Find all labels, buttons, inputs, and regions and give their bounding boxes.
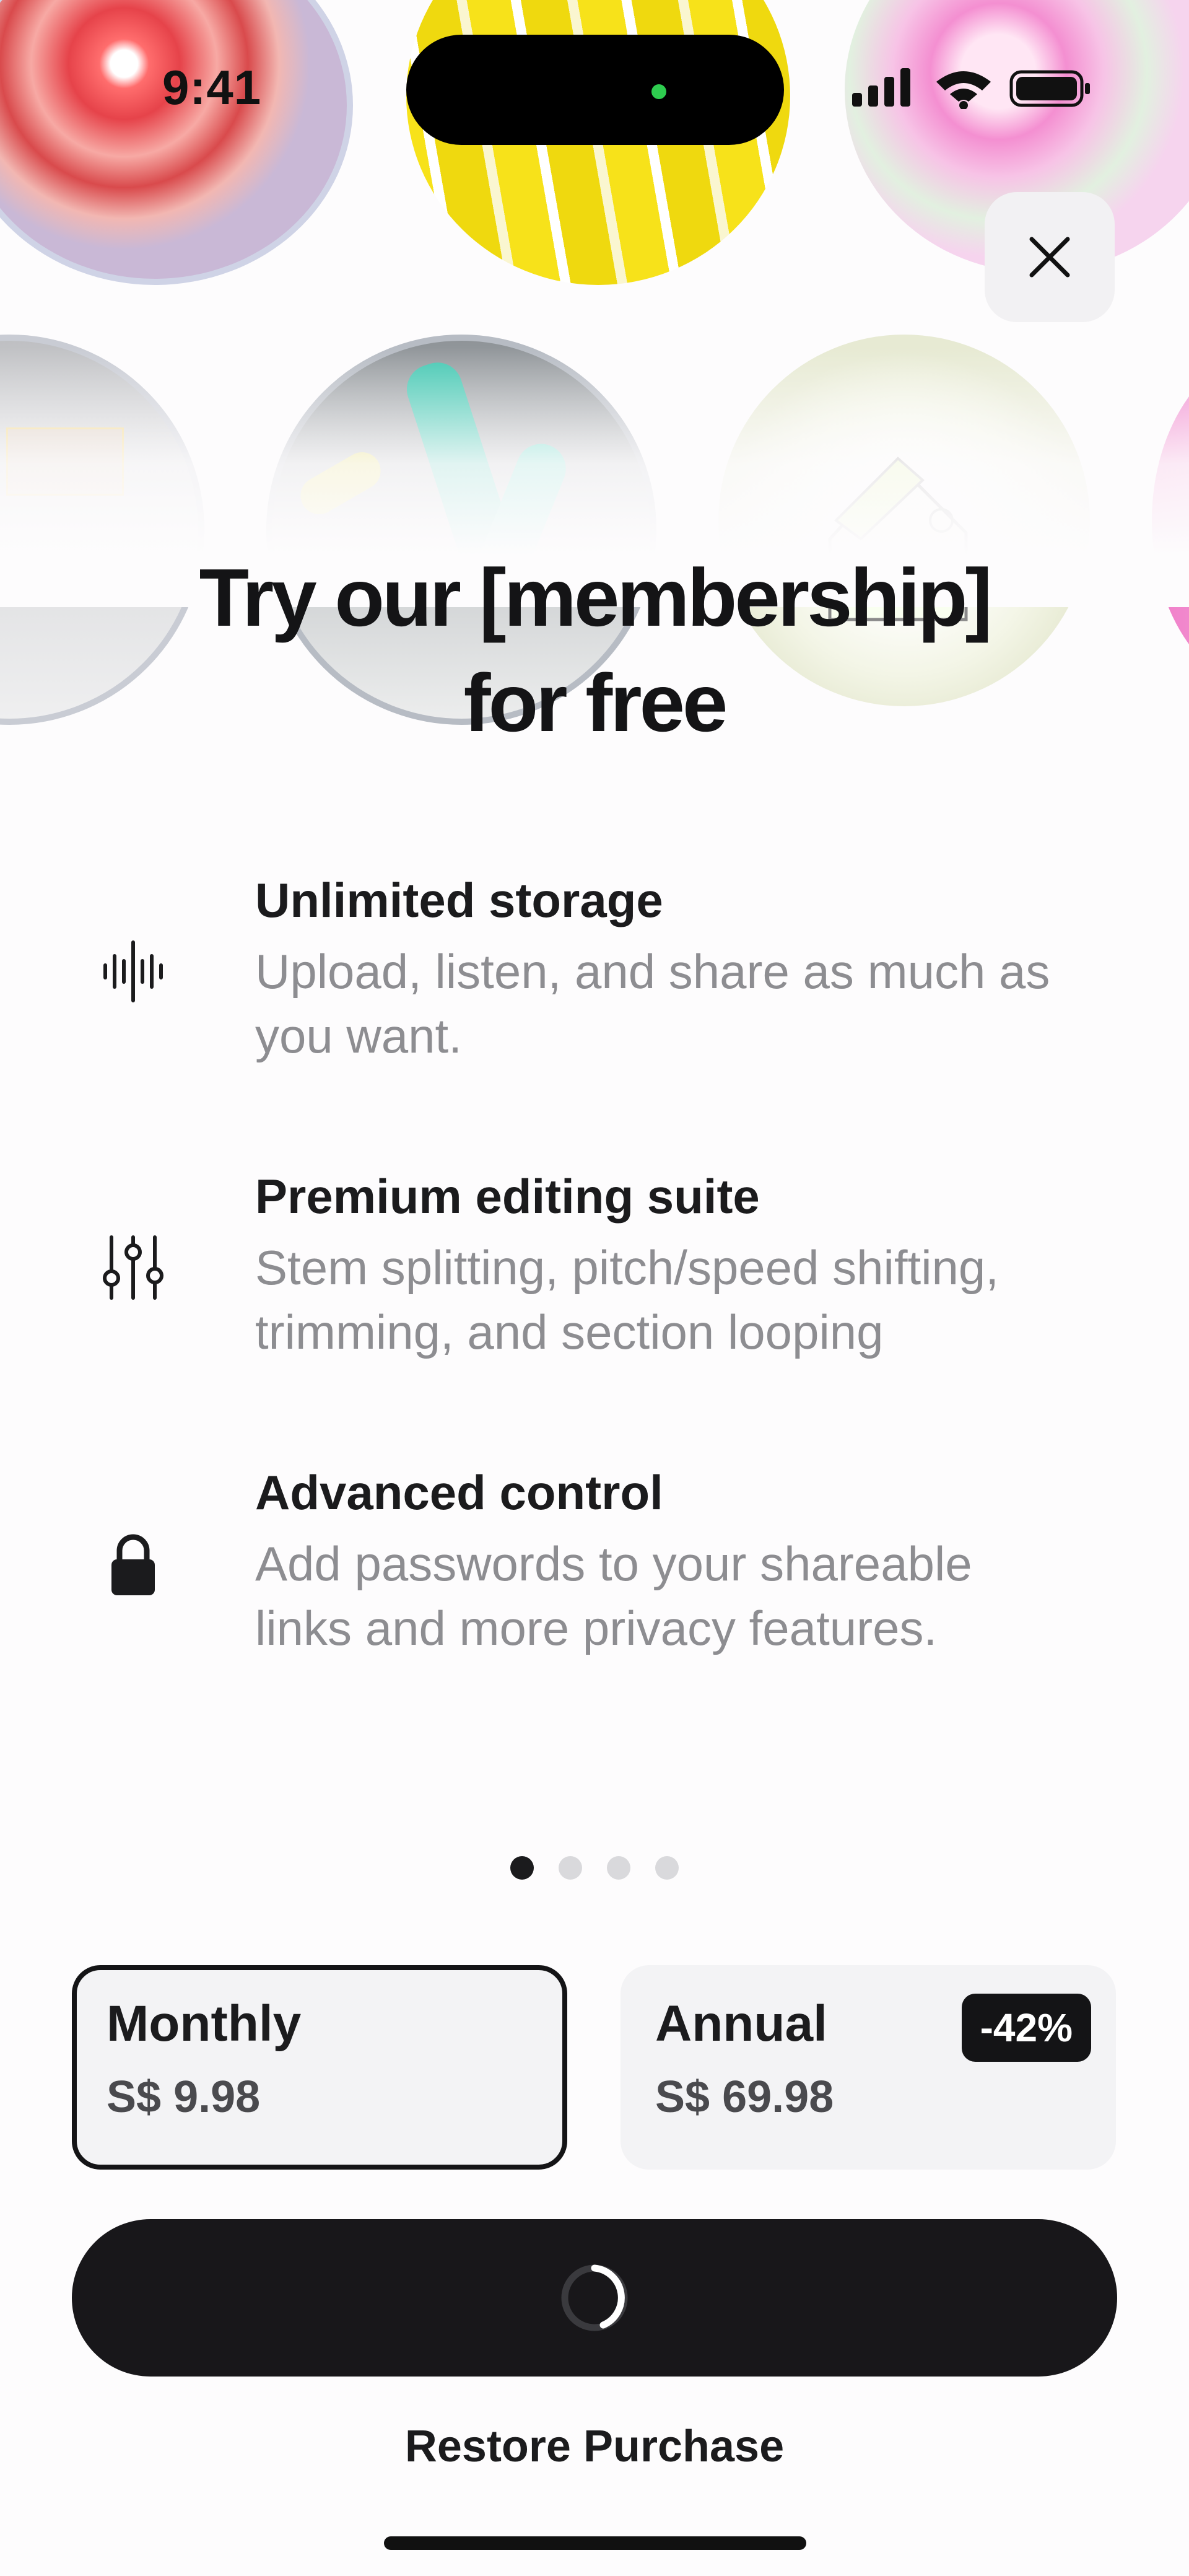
home-indicator[interactable] bbox=[384, 2536, 806, 2550]
red-vinyl-art bbox=[0, 0, 353, 285]
status-icons bbox=[852, 67, 1100, 109]
restore-purchase-link[interactable]: Restore Purchase bbox=[0, 2421, 1189, 2472]
feature-advanced-control: Advanced control Add passwords to your s… bbox=[0, 1465, 1189, 1663]
feature-title: Advanced control bbox=[255, 1465, 663, 1520]
plan-price: S$ 69.98 bbox=[655, 2072, 834, 2122]
battery-icon bbox=[1009, 70, 1090, 107]
feature-premium-editing: Premium editing suite Stem splitting, pi… bbox=[0, 1168, 1189, 1367]
feature-description: Stem splitting, pitch/speed shifting, tr… bbox=[255, 1235, 1122, 1364]
feature-unlimited-storage: Unlimited storage Upload, listen, and sh… bbox=[0, 872, 1189, 1071]
feature-desc-line: Add passwords to your shareable bbox=[255, 1536, 972, 1591]
title-line-1: Try our [membership] bbox=[199, 552, 993, 643]
wifi-icon bbox=[936, 71, 991, 109]
page-dot-2[interactable] bbox=[559, 1856, 582, 1880]
signal-icon bbox=[852, 68, 910, 107]
feature-description: Add passwords to your shareable links an… bbox=[255, 1531, 1122, 1660]
feature-title: Unlimited storage bbox=[255, 873, 663, 927]
feature-desc-line: links and more privacy features. bbox=[255, 1601, 938, 1655]
waveform-icon bbox=[103, 940, 163, 1002]
feature-desc-line: Upload, listen, and share as much as bbox=[255, 944, 1050, 999]
status-time: 9:41 bbox=[162, 60, 262, 115]
lock-icon bbox=[111, 1534, 155, 1595]
plan-name: Monthly bbox=[107, 1996, 302, 2052]
title-line-2: for free bbox=[463, 657, 728, 748]
feature-description: Upload, listen, and share as much as you… bbox=[255, 939, 1122, 1068]
discount-badge: -42% bbox=[961, 1994, 1091, 2062]
spinner-icon bbox=[561, 2264, 628, 2331]
page-dot-3[interactable] bbox=[607, 1856, 630, 1880]
paywall-screen: 9:41 Try our [membership] for free Unlim… bbox=[0, 0, 1189, 2576]
dynamic-island bbox=[406, 35, 784, 145]
subscribe-button[interactable] bbox=[72, 2219, 1117, 2377]
plan-monthly[interactable]: Monthly S$ 9.98 bbox=[72, 1965, 567, 2170]
feature-desc-line: Stem splitting, pitch/speed shifting, bbox=[255, 1240, 999, 1295]
page-title: Try our [membership] for free bbox=[0, 545, 1189, 756]
feature-title: Premium editing suite bbox=[255, 1169, 760, 1224]
page-dot-1[interactable] bbox=[510, 1856, 534, 1880]
close-button[interactable] bbox=[985, 192, 1115, 322]
camera-indicator bbox=[651, 84, 666, 99]
plan-price: S$ 9.98 bbox=[107, 2072, 261, 2122]
plan-annual[interactable]: Annual S$ 69.98 -42% bbox=[621, 1965, 1116, 2170]
feature-desc-line: you want. bbox=[255, 1009, 462, 1063]
pagination-dots[interactable] bbox=[508, 1856, 694, 1883]
page-dot-4[interactable] bbox=[655, 1856, 679, 1880]
sliders-icon bbox=[103, 1235, 163, 1300]
feature-desc-line: trimming, and section looping bbox=[255, 1305, 884, 1359]
close-icon bbox=[1029, 237, 1070, 278]
